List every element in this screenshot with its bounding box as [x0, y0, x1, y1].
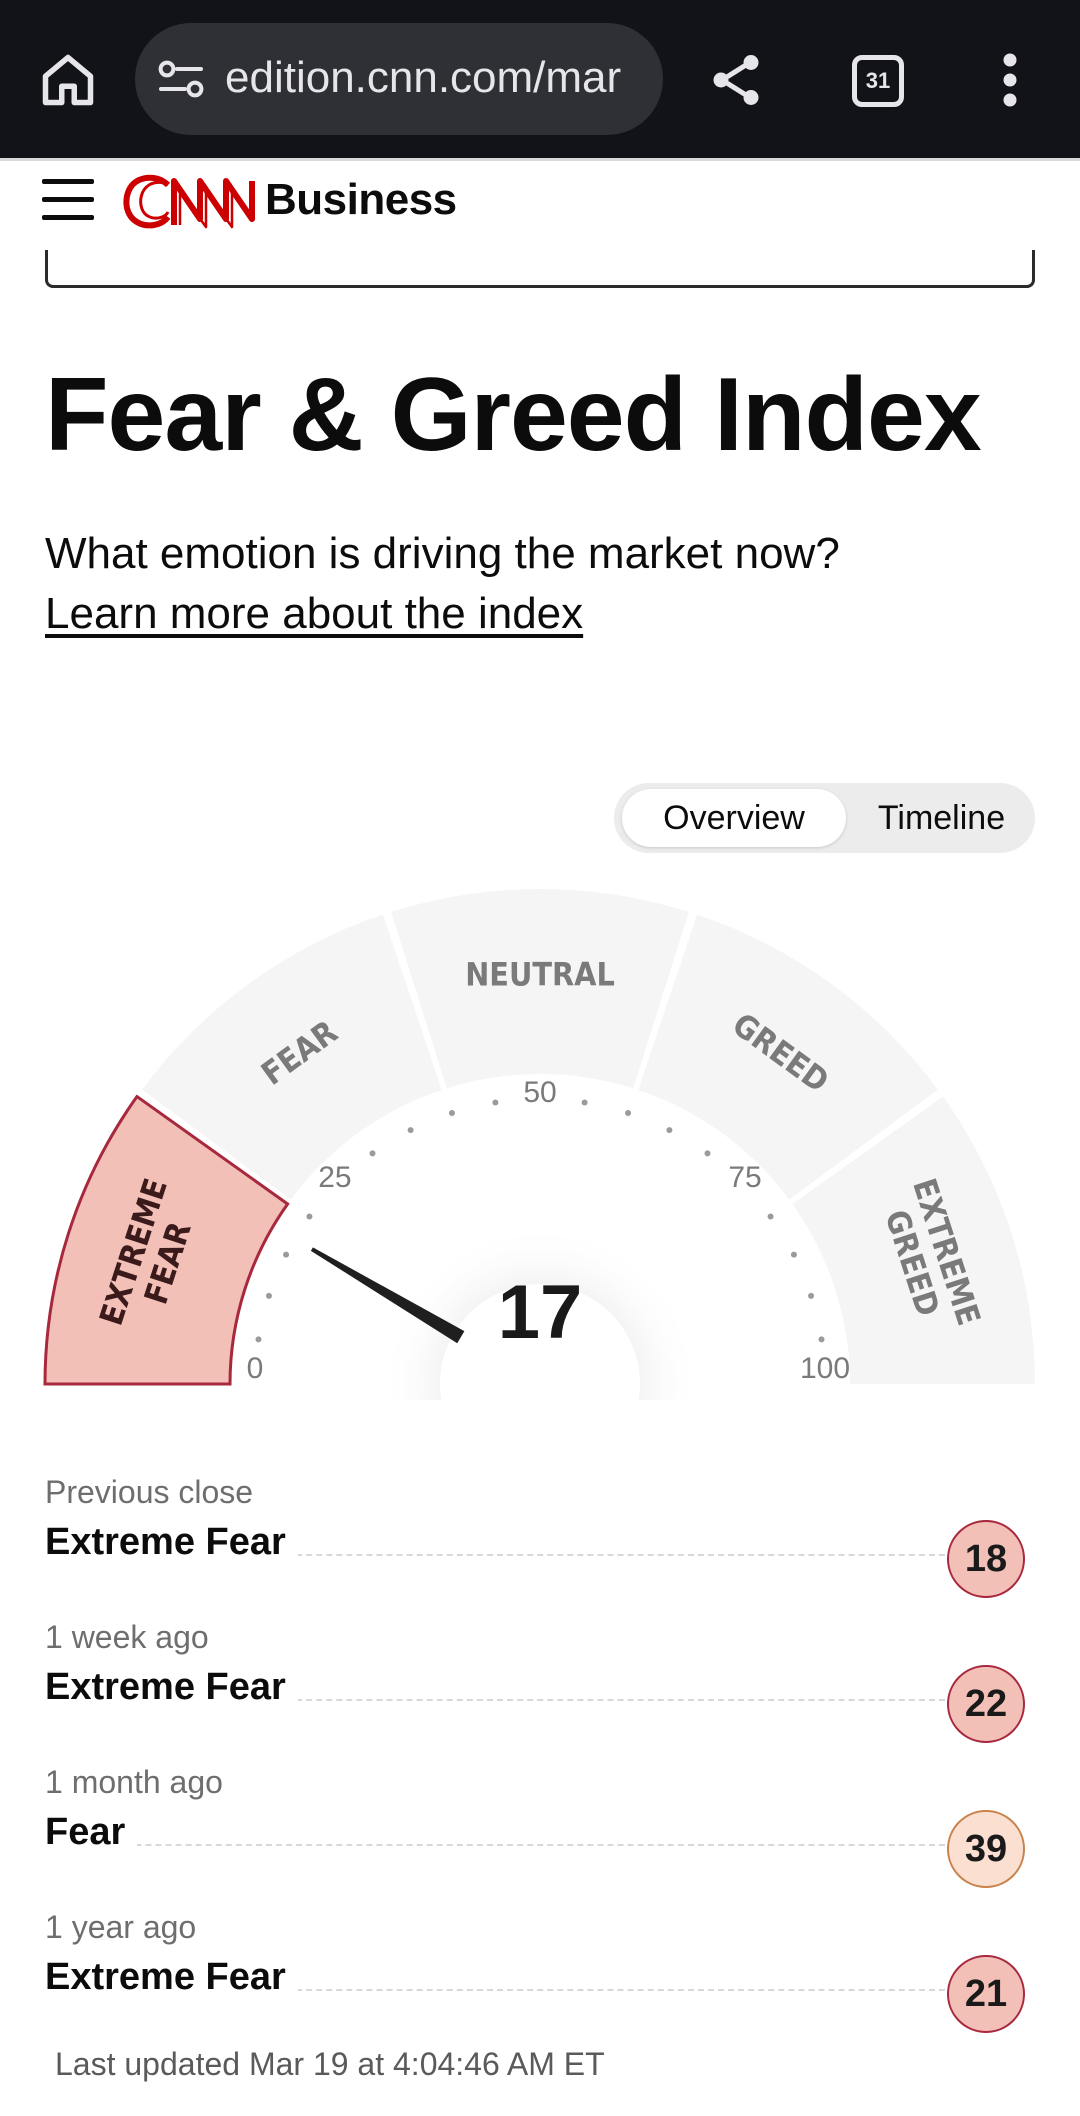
- cnn-logo[interactable]: [122, 171, 256, 233]
- gauge-scale-dot: [369, 1150, 376, 1157]
- view-toggle: Overview Timeline: [614, 783, 1035, 853]
- gauge-segment-label: NEUTRAL: [465, 956, 615, 994]
- gauge-scale-dot: [448, 1109, 455, 1116]
- history-score-badge: 18: [947, 1520, 1025, 1598]
- learn-more-link[interactable]: Learn more about the index: [45, 588, 583, 640]
- history-score-badge: 39: [947, 1810, 1025, 1888]
- gauge-scale-dot: [666, 1127, 673, 1134]
- menu-icon[interactable]: [42, 179, 94, 221]
- site-settings-icon[interactable]: [157, 59, 205, 99]
- page-subtitle: What emotion is driving the market now?: [45, 529, 840, 578]
- gauge-scale-dot: [407, 1127, 414, 1134]
- gauge-scale-dot: [265, 1292, 272, 1299]
- tab-switcher-button[interactable]: 31: [852, 55, 904, 107]
- gauge-scale-dot: [492, 1099, 499, 1106]
- gauge-scale-dot: [283, 1251, 290, 1258]
- ad-container: [45, 250, 1035, 288]
- page-title: Fear & Greed Index: [45, 357, 982, 473]
- gauge-scale-dot: [625, 1109, 632, 1116]
- gauge-scale-dot: [767, 1213, 774, 1220]
- gauge-scale-dot: [306, 1213, 313, 1220]
- history-score-badge: 22: [947, 1665, 1025, 1743]
- site-header: Business: [0, 158, 1080, 238]
- url-text[interactable]: edition.cnn.com/mar: [225, 53, 645, 103]
- gauge-scale-dot: [255, 1336, 262, 1343]
- history-period: 1 week ago: [45, 1619, 209, 1655]
- gauge-scale-dot: [790, 1251, 797, 1258]
- address-bar[interactable]: edition.cnn.com/mar: [135, 23, 663, 135]
- history-score-badge: 21: [947, 1955, 1025, 2033]
- gauge-tick-label: 50: [523, 1076, 556, 1109]
- home-icon[interactable]: [38, 50, 98, 110]
- share-icon[interactable]: [706, 50, 766, 110]
- gauge-tick-label: 100: [800, 1352, 850, 1385]
- history-rating: Fear: [45, 1810, 138, 1854]
- history-period: 1 month ago: [45, 1764, 223, 1800]
- history-rating: Extreme Fear: [45, 1665, 298, 1709]
- more-options-icon[interactable]: [990, 50, 1030, 110]
- history-rating: Extreme Fear: [45, 1955, 298, 1999]
- fear-greed-gauge: EXTREMEFEARFEARNEUTRALGREEDEXTREMEGREED …: [43, 889, 1035, 1400]
- dotted-leader: [45, 1844, 945, 1846]
- gauge-value: 17: [498, 1270, 583, 1355]
- last-updated: Last updated Mar 19 at 4:04:46 AM ET: [55, 2046, 605, 2082]
- history-row: 1 month ago Fear 39: [45, 1752, 1035, 1897]
- history-period: 1 year ago: [45, 1909, 197, 1945]
- tab-overview[interactable]: Overview: [622, 789, 846, 847]
- gauge-tick-label: 75: [728, 1161, 761, 1194]
- history-period: Previous close: [45, 1474, 254, 1510]
- gauge-scale-dot: [818, 1336, 825, 1343]
- section-name[interactable]: Business: [265, 175, 457, 225]
- history-row: Previous close Extreme Fear 18: [45, 1462, 1035, 1607]
- history-list: Previous close Extreme Fear 18 1 week ago Ex…: [45, 1462, 1035, 2042]
- browser-toolbar: edition.cnn.com/mar 31: [0, 0, 1080, 158]
- history-row: 1 year ago Extreme Fear 21: [45, 1897, 1035, 2042]
- gauge-tick-label: 25: [318, 1161, 351, 1194]
- gauge-scale-dot: [808, 1292, 815, 1299]
- history-rating: Extreme Fear: [45, 1520, 298, 1564]
- gauge-scale-dot: [704, 1150, 711, 1157]
- history-row: 1 week ago Extreme Fear 22: [45, 1607, 1035, 1752]
- tab-timeline[interactable]: Timeline: [854, 789, 1029, 847]
- gauge-tick-label: 0: [247, 1352, 264, 1385]
- gauge-scale-dot: [581, 1099, 588, 1106]
